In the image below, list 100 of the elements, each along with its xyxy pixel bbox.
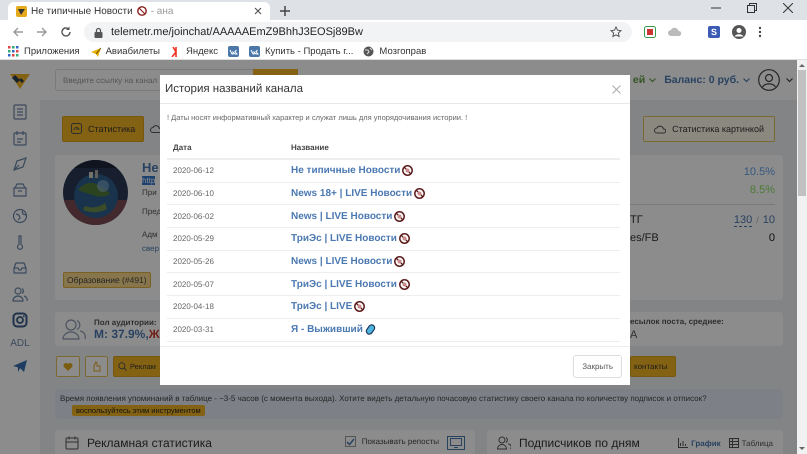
extension-button[interactable]: S: [708, 26, 720, 38]
channel-link[interactable]: http: [142, 176, 156, 185]
lock-icon: [94, 26, 103, 38]
table-icon: [728, 438, 739, 448]
logo-icon[interactable]: [9, 72, 31, 90]
calendar-icon: [65, 436, 79, 450]
caret-icon[interactable]: [786, 78, 793, 82]
close-icon[interactable]: [783, 2, 793, 12]
globe-icon[interactable]: [12, 208, 28, 224]
channel-name-link[interactable]: News | LIVE Новости: [291, 256, 392, 268]
age-restriction-icon: [394, 210, 406, 222]
age-restriction-icon: [414, 188, 426, 200]
close-button[interactable]: Закрыть: [573, 354, 622, 378]
stat-value: 10: [762, 214, 775, 226]
profile-icon[interactable]: [732, 25, 746, 39]
image-stats-button[interactable]: Статистика картинкой: [643, 116, 775, 142]
channel-name-link[interactable]: ТриЭс | LIVE: [291, 301, 352, 312]
scroll-up-icon[interactable]: [799, 63, 805, 67]
contacts-button[interactable]: контакты: [630, 356, 676, 377]
extension-icon[interactable]: [644, 26, 656, 38]
search-icon: [118, 362, 127, 371]
close-icon[interactable]: [254, 7, 262, 15]
checkbox-label: Показывать репосты: [362, 437, 439, 446]
send-icon[interactable]: [12, 359, 28, 373]
menu-icon[interactable]: [758, 26, 762, 38]
stat-label: es/FB: [630, 231, 659, 246]
cloud-icon: [654, 124, 666, 134]
channel-name-link[interactable]: News | LIVE Новости: [291, 210, 392, 222]
category-tag[interactable]: Образование (#491): [63, 272, 151, 288]
reposts-value: А: [630, 329, 638, 341]
reload-icon[interactable]: [60, 26, 72, 38]
panel-title: Рекламная статистика: [87, 436, 212, 450]
favorite-button[interactable]: [56, 356, 80, 377]
calendar-icon[interactable]: [12, 130, 28, 146]
table-cell-text: 2020-05-29: [172, 234, 215, 244]
reposts-label: есылок поста, среднее:: [630, 317, 725, 326]
channel-name-link[interactable]: News 18+ | LIVE Новости: [291, 188, 412, 200]
bookmark[interactable]: Мозгоправ: [363, 46, 426, 57]
apps-icon: [8, 46, 19, 57]
cloud-icon[interactable]: [668, 26, 682, 38]
female-share: Ж: [148, 326, 160, 340]
age-restriction-icon: [402, 165, 414, 176]
table-cell-text: 2020-06-12: [172, 166, 215, 176]
channel-name-link[interactable]: Не типичные Новости: [291, 165, 400, 176]
restore-icon[interactable]: [747, 2, 757, 12]
cloud-icon: [150, 124, 162, 133]
stat-value[interactable]: 130: [734, 214, 752, 227]
like-button[interactable]: [85, 356, 108, 377]
balance-menu[interactable]: Баланс: 0 руб.: [664, 74, 750, 86]
bookmark[interactable]: Авиабилеты: [90, 46, 160, 57]
capsule-icon: [364, 324, 376, 336]
tab-title: Не типичные Новости: [31, 6, 133, 16]
age-restriction-icon: [398, 278, 410, 290]
favicon-icon: [16, 6, 27, 16]
channel-name-link[interactable]: ТриЭс | LIVE Новости: [291, 233, 397, 244]
admin-link[interactable]: свер: [142, 244, 160, 253]
audience-label: Пол аудитории:: [94, 318, 158, 326]
people-icon[interactable]: [12, 286, 28, 302]
scrollbar-thumb[interactable]: [798, 70, 806, 196]
vk-icon[interactable]: [228, 46, 239, 57]
back-icon[interactable]: [12, 26, 24, 38]
stat-label: ТГ: [630, 213, 643, 228]
avatar-icon[interactable]: [758, 69, 780, 91]
list-icon[interactable]: [12, 104, 28, 120]
age-restriction-icon: [354, 301, 366, 312]
instagram-icon[interactable]: [12, 312, 28, 328]
view-tab[interactable]: График: [678, 438, 721, 448]
stats-button[interactable]: Статистика: [62, 116, 144, 142]
inbox-icon[interactable]: [12, 260, 28, 276]
column-header: Название: [291, 142, 329, 152]
bookmark[interactable]: Купить - Продать г...: [248, 46, 354, 57]
channel-name-link[interactable]: ТриЭс | LIVE Новости: [291, 278, 397, 290]
heart-icon: [63, 362, 73, 371]
table-cell-text: 2020-03-31: [172, 325, 215, 334]
menu-link[interactable]: ей: [632, 74, 656, 86]
star-icon[interactable]: [610, 26, 622, 38]
new-tab-icon[interactable]: [280, 6, 290, 16]
filter-button[interactable]: [447, 436, 465, 450]
box-icon[interactable]: [12, 182, 28, 198]
notice-text: Время появления упоминаний в таблице - ~3-5 часов (с момента выхода). Хотите видеть детальную почасовую статистику своего канала по количеству подписок и отписок?: [60, 394, 708, 403]
scroll-down-icon[interactable]: [799, 447, 805, 451]
forward-icon[interactable]: [36, 26, 48, 38]
channel-name: Не: [142, 160, 160, 175]
channel-info-text: При: [142, 188, 158, 197]
channel-name-link[interactable]: Я - Выживший: [291, 324, 363, 336]
tab-title: - ана: [150, 6, 174, 16]
address-field[interactable]: telemetr.me/joinchat/AAAAAEmZ9BhhJ3EOSj89Bw: [84, 22, 632, 42]
sidebar-link[interactable]: ADL: [10, 338, 30, 349]
column-header: Дата: [172, 142, 193, 152]
metric-value: 8.5%: [748, 183, 775, 198]
stat-value: 0: [768, 232, 775, 244]
gauge-icon: [71, 123, 82, 134]
browser-tab[interactable]: Не типичные Новости - ана: [8, 2, 270, 20]
bookmark[interactable]: Приложения: [8, 46, 80, 57]
reposts-checkbox[interactable]: [344, 436, 356, 447]
age-restriction-icon: [394, 256, 406, 268]
channel-info-text: Адм: [142, 230, 159, 239]
view-tab[interactable]: Таблица: [728, 438, 773, 448]
hand-icon: [92, 361, 101, 372]
bookmark[interactable]: Яндекс: [170, 46, 218, 57]
